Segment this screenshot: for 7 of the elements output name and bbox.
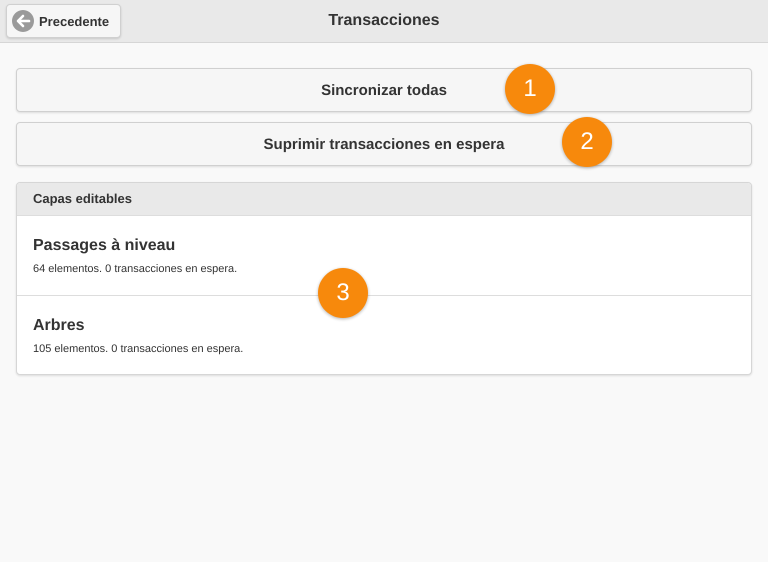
layer-detail: 105 elementos. 0 transacciones en espera. bbox=[33, 343, 244, 355]
layer-name: Passages à niveau bbox=[33, 237, 176, 255]
page-title: Transacciones bbox=[328, 12, 440, 30]
layer-detail: 64 elementos. 0 transacciones en espera. bbox=[33, 263, 238, 275]
section-header: Capas editables bbox=[17, 183, 751, 216]
layer-name: Arbres bbox=[33, 317, 86, 335]
back-button[interactable]: Precedente bbox=[6, 4, 121, 38]
